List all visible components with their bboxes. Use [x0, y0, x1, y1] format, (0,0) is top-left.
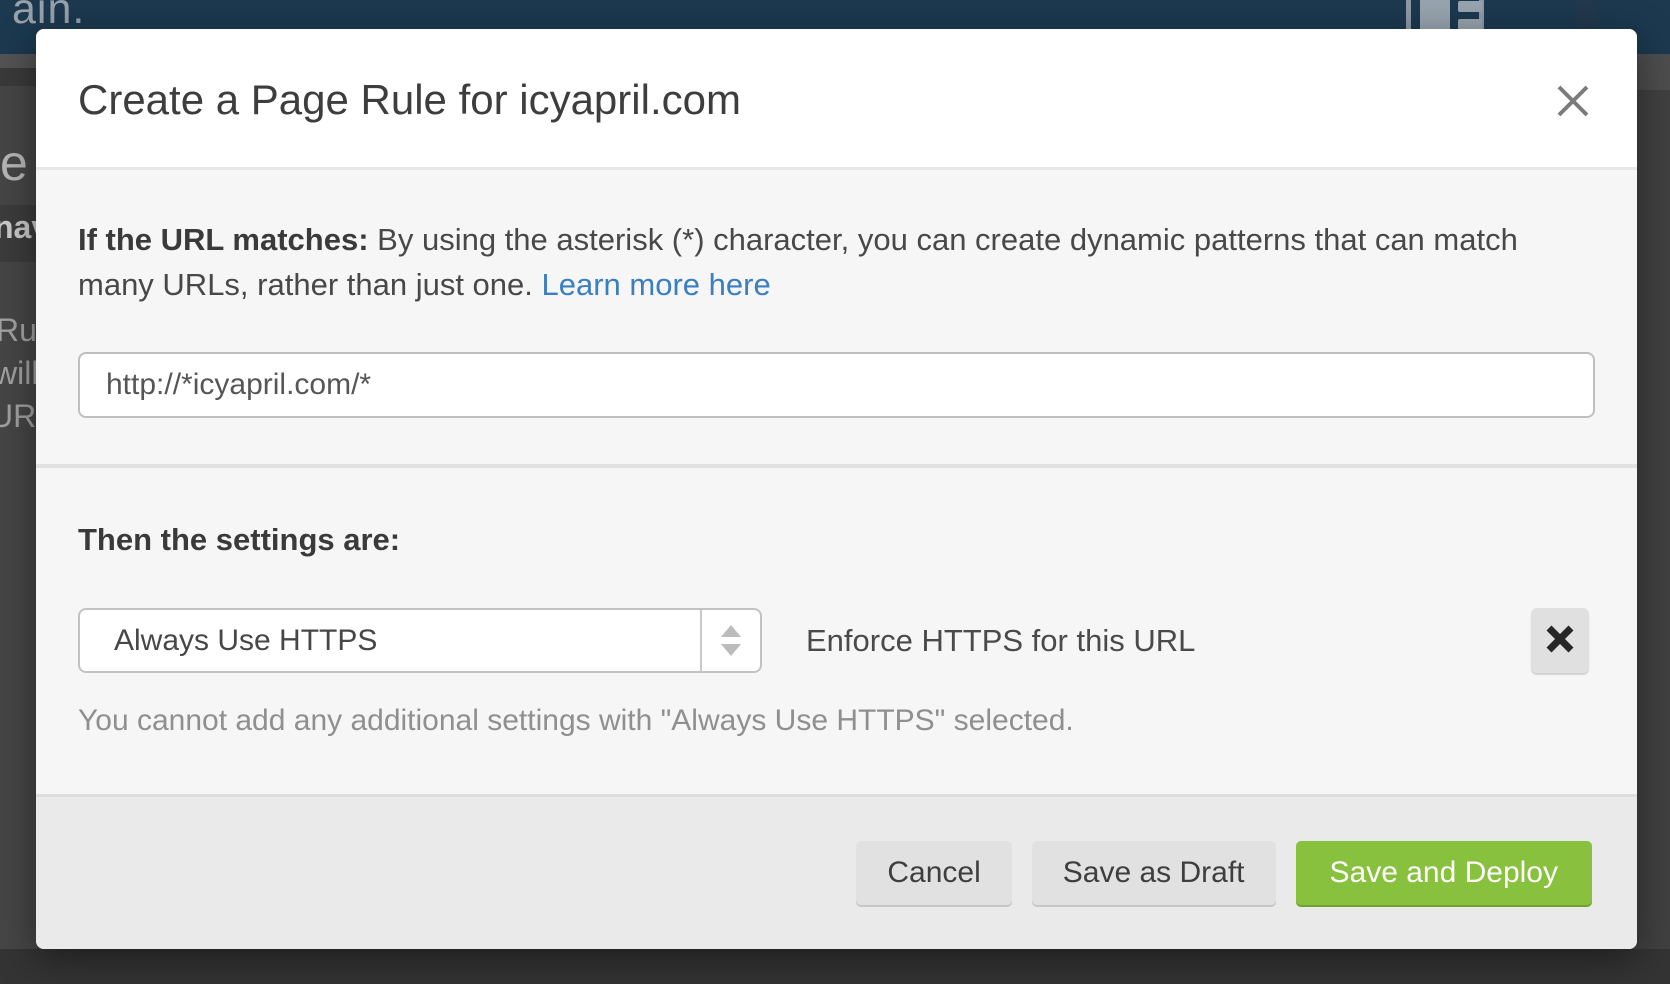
topbar-partial-icon [1576, 0, 1598, 28]
heavy-x-icon [1545, 624, 1575, 657]
close-button[interactable] [1546, 75, 1600, 129]
background-band [0, 949, 1670, 984]
modal-title: Create a Page Rule for icyapril.com [78, 29, 741, 170]
url-pattern-input[interactable] [78, 352, 1595, 418]
settings-heading: Then the settings are: [78, 522, 1595, 558]
close-icon [1555, 83, 1591, 122]
background-band [1637, 90, 1670, 949]
background-text-fragment: Ru [0, 312, 37, 349]
background-band [0, 68, 36, 86]
select-stepper-icon[interactable] [702, 610, 760, 671]
background-text-fragment: UR [0, 398, 36, 435]
cancel-button[interactable]: Cancel [856, 841, 1011, 905]
background-text-fragment: will [0, 355, 38, 392]
modal-header: Create a Page Rule for icyapril.com [36, 29, 1637, 170]
setting-row: Always Use HTTPS Enforce HTTPS for this … [78, 608, 1595, 673]
save-as-draft-button[interactable]: Save as Draft [1032, 841, 1276, 905]
background-heading-fragment: e [0, 134, 28, 192]
url-match-section: If the URL matches: By using the asteris… [36, 170, 1637, 468]
create-page-rule-modal: Create a Page Rule for icyapril.com If t… [36, 29, 1637, 949]
setting-note: You cannot add any additional settings w… [78, 704, 1595, 738]
remove-setting-button[interactable] [1531, 608, 1589, 673]
learn-more-link[interactable]: Learn more here [542, 267, 771, 302]
setting-select-value: Always Use HTTPS [80, 610, 702, 671]
background-band [1637, 54, 1670, 90]
chevron-up-icon [721, 625, 741, 637]
layout-panels-icon-bar [1458, 1, 1482, 12]
setting-select[interactable]: Always Use HTTPS [78, 608, 762, 673]
chevron-down-icon [721, 644, 741, 656]
background-band [0, 54, 36, 68]
modal-footer: Cancel Save as Draft Save and Deploy [36, 794, 1637, 949]
settings-section: Then the settings are: Always Use HTTPS … [36, 468, 1637, 738]
setting-description: Enforce HTTPS for this URL [806, 623, 1195, 659]
url-match-label: If the URL matches: [78, 222, 369, 257]
url-match-help-text: If the URL matches: By using the asteris… [78, 217, 1568, 307]
save-and-deploy-button[interactable]: Save and Deploy [1296, 841, 1593, 905]
